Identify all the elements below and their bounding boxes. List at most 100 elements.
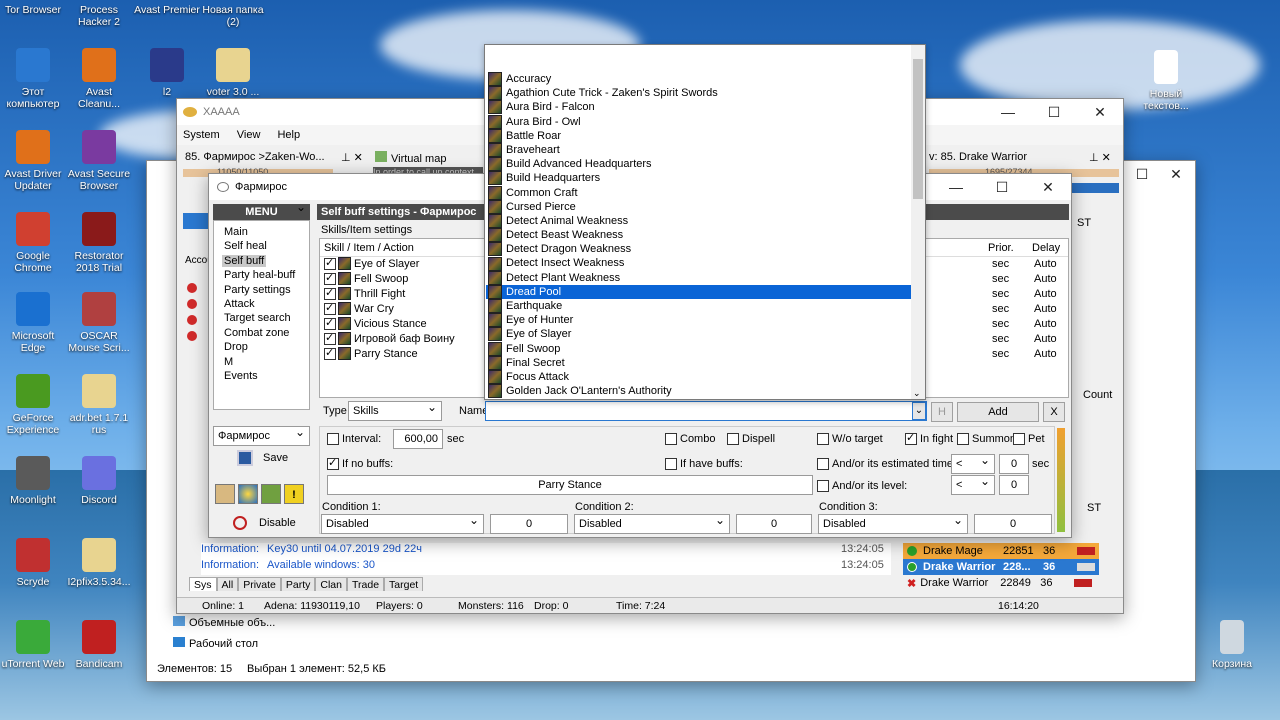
dropdown-item[interactable]: Detect Beast Weakness — [486, 228, 912, 243]
menu-system[interactable]: System — [183, 129, 220, 141]
level-checkbox[interactable] — [817, 480, 829, 493]
dropdown-scrollbar[interactable]: ⌄ — [911, 45, 925, 399]
desktop-icon-col2[interactable]: Discord — [64, 456, 134, 506]
explorer-nav-item[interactable]: Объемные объ... — [173, 616, 275, 629]
desktop-icon-col2[interactable]: Avast Cleanu... — [64, 48, 134, 110]
dropdown-item[interactable]: Detect Dragon Weakness — [486, 242, 912, 257]
skill-checkbox[interactable] — [324, 331, 336, 346]
party-row[interactable]: ✖ Drake Warrior 22849 36 — [903, 575, 1099, 591]
dropdown-item[interactable]: Eye of Hunter — [486, 313, 912, 328]
no-buff-skill-field[interactable]: Parry Stance — [327, 475, 813, 495]
desktop-icon-top[interactable]: voter 3.0 ... — [198, 48, 268, 98]
desktop-icon-left[interactable]: Scryde — [0, 538, 68, 588]
interval-option[interactable]: Interval: — [327, 433, 381, 446]
dispell-option[interactable]: Dispell — [727, 433, 775, 446]
desktop-icon-right[interactable]: Корзина — [1197, 620, 1267, 670]
time-value-input[interactable]: 0 — [999, 454, 1029, 474]
menu-view[interactable]: View — [237, 129, 261, 141]
desktop-icon-col2[interactable]: Avast Secure Browser — [64, 130, 134, 192]
pet-option[interactable]: Pet — [1013, 433, 1045, 446]
summon-checkbox[interactable] — [957, 433, 969, 446]
combo-option[interactable]: Combo — [665, 433, 715, 446]
dropdown-item[interactable]: Battle Roar — [486, 128, 912, 143]
scrollbar-thumb[interactable] — [913, 59, 923, 199]
dropdown-item[interactable]: Detect Insect Weakness — [486, 256, 912, 271]
menu-item[interactable]: Party settings — [222, 283, 309, 297]
pin-icon[interactable]: ⊥ ✕ — [341, 151, 363, 164]
condition2-input[interactable]: 0 — [736, 514, 812, 534]
warning-icon[interactable]: ! — [284, 484, 304, 504]
menu-item[interactable]: Target search — [222, 311, 309, 325]
scroll-down-icon[interactable]: ⌄ — [913, 388, 921, 399]
dropdown-item[interactable]: Aura Bird - Owl — [486, 114, 912, 129]
desktop-icon-col2[interactable]: Restorator 2018 Trial — [64, 212, 134, 274]
desktop-icon-left[interactable]: Microsoft Edge — [0, 292, 68, 354]
if-have-buffs-checkbox[interactable] — [665, 458, 677, 471]
dropdown-item[interactable]: Cursed Pierce — [486, 199, 912, 214]
dropdown-item[interactable]: Agathion Cute Trick - Zaken's Spirit Swo… — [486, 86, 912, 101]
minimize-icon[interactable]: — — [985, 99, 1031, 125]
level-option[interactable]: And/or its level: — [817, 480, 907, 493]
estimated-time-checkbox[interactable] — [817, 458, 829, 471]
dropdown-item[interactable]: Fell Swoop — [486, 341, 912, 356]
in-fight-option[interactable]: In fight — [905, 431, 953, 446]
interval-checkbox[interactable] — [327, 433, 339, 446]
minimize-icon[interactable]: — — [933, 174, 979, 200]
tab-virtual-map[interactable]: Virtual map — [375, 151, 446, 165]
pin-icon[interactable]: ⊥ ✕ — [1089, 151, 1111, 164]
desktop-icon-top[interactable]: Новая папка (2) — [198, 4, 268, 28]
dropdown-item[interactable]: Detect Plant Weakness — [486, 270, 912, 285]
menu-help[interactable]: Help — [277, 129, 300, 141]
desktop-icon-left[interactable]: Avast Driver Updater — [0, 130, 68, 192]
combo-checkbox[interactable] — [665, 433, 677, 446]
desktop-icon-top[interactable]: Avast Premier — [132, 4, 202, 16]
potion-icon[interactable] — [261, 484, 281, 504]
dropdown-item[interactable]: Build Advanced Headquarters — [486, 157, 912, 172]
globe-icon[interactable] — [238, 484, 258, 504]
desktop-icon-col2[interactable]: adr.bet 1.7.1 rus — [64, 374, 134, 436]
save-button[interactable]: Save — [237, 450, 288, 466]
log-tab[interactable]: Trade — [347, 577, 385, 591]
character-select[interactable]: Фармирос — [213, 423, 310, 446]
dropdown-item[interactable]: Detect Animal Weakness — [486, 213, 912, 228]
desktop-icon-left[interactable]: Этот компьютер — [0, 48, 68, 110]
skill-checkbox[interactable] — [324, 256, 336, 271]
condition3-select[interactable]: Disabled — [818, 511, 968, 534]
desktop-icon-col2[interactable]: Process Hacker 2 — [64, 4, 134, 28]
add-button[interactable]: Add — [957, 402, 1039, 422]
dispell-checkbox[interactable] — [727, 433, 739, 446]
chevron-down-icon[interactable]: ⌄ — [912, 402, 926, 420]
party-row-selected[interactable]: Drake Warrior 228... 36 — [903, 559, 1099, 575]
desktop-icon-col2[interactable]: Bandicam — [64, 620, 134, 670]
estimated-time-option[interactable]: And/or its estimated time: — [817, 458, 956, 471]
type-select[interactable]: Skills — [348, 398, 442, 421]
dropdown-item[interactable]: Golden Jack O'Lantern's Authority — [486, 384, 912, 399]
menu-item[interactable]: Attack — [222, 297, 309, 311]
condition1-input[interactable]: 0 — [490, 514, 568, 534]
dropdown-item[interactable]: Focus Attack — [486, 370, 912, 385]
dropdown-item[interactable]: Eye of Slayer — [486, 327, 912, 342]
name-combo[interactable] — [485, 401, 927, 421]
log-tab[interactable]: Private — [238, 577, 281, 591]
summon-option[interactable]: Summon — [957, 433, 1016, 446]
remove-button[interactable]: X — [1043, 402, 1065, 422]
skill-checkbox[interactable] — [324, 286, 336, 301]
menu-item[interactable]: Drop — [222, 340, 309, 354]
skill-checkbox[interactable] — [324, 271, 336, 286]
menu-item[interactable]: Combat zone — [222, 326, 309, 340]
desktop-icon-left[interactable]: Tor Browser — [0, 4, 68, 16]
desktop-icon-top[interactable]: l2 — [132, 48, 202, 98]
condition3-input[interactable]: 0 — [974, 514, 1052, 534]
wo-target-checkbox[interactable] — [817, 433, 829, 446]
close-icon[interactable]: ✕ — [1159, 161, 1193, 187]
menu-item[interactable]: Self heal — [222, 239, 309, 253]
wo-target-option[interactable]: W/o target — [817, 433, 883, 446]
dropdown-item[interactable]: Common Craft — [486, 185, 912, 200]
pet-checkbox[interactable] — [1013, 433, 1025, 446]
desktop-icon-left[interactable]: Moonlight — [0, 456, 68, 506]
maximize-icon[interactable]: ☐ — [979, 174, 1025, 200]
menu-item[interactable]: Self buff — [222, 254, 309, 268]
maximize-icon[interactable]: ☐ — [1125, 161, 1159, 187]
dropdown-item[interactable]: Dread Pool — [486, 284, 912, 299]
log-tab[interactable]: Target — [384, 577, 424, 591]
